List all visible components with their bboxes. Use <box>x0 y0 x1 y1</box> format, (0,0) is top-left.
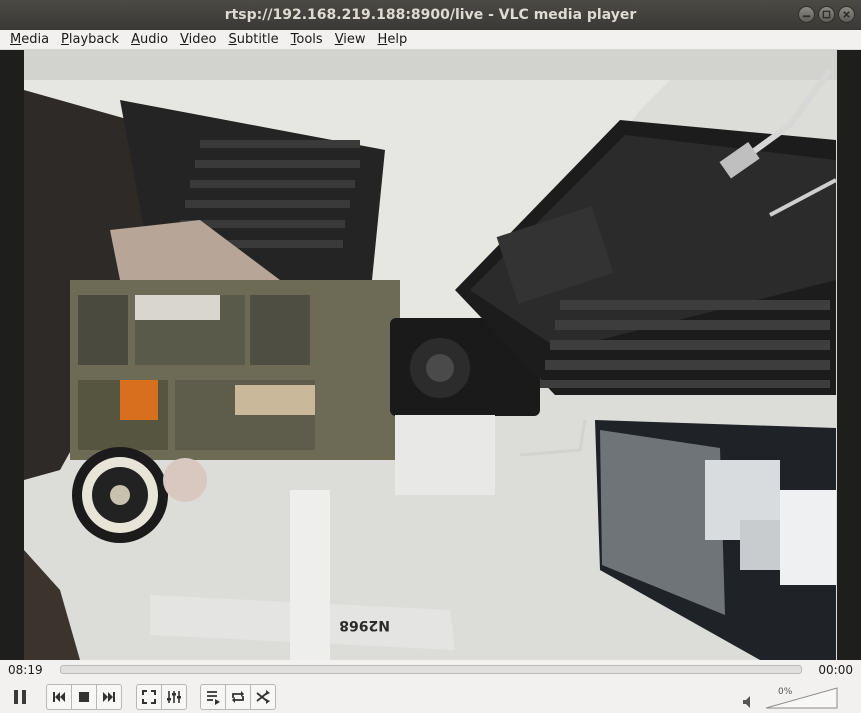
speaker-icon[interactable] <box>742 695 756 709</box>
elapsed-time: 08:19 <box>8 663 43 677</box>
menu-tools[interactable]: Tools <box>285 30 329 50</box>
fullscreen-icon <box>142 690 156 704</box>
menu-view[interactable]: View <box>329 30 372 50</box>
shuffle-button[interactable] <box>250 684 276 710</box>
pause-button[interactable] <box>6 684 34 710</box>
previous-icon <box>53 692 65 702</box>
menu-video[interactable]: Video <box>174 30 222 50</box>
menu-audio[interactable]: Audio <box>125 30 174 50</box>
playlist-group <box>200 684 276 710</box>
seek-slider[interactable] <box>60 665 802 674</box>
menu-bar: Media Playback Audio Video Subtitle Tool… <box>0 30 861 50</box>
title-bar: rtsp://192.168.219.188:8900/live - VLC m… <box>0 0 861 30</box>
maximize-icon[interactable] <box>818 6 835 23</box>
view-group <box>136 684 187 710</box>
menu-media[interactable]: Media <box>4 30 55 50</box>
total-time[interactable]: 00:00 <box>818 663 853 677</box>
shuffle-icon <box>256 690 270 704</box>
playlist-icon <box>207 691 220 705</box>
window-title: rtsp://192.168.219.188:8900/live - VLC m… <box>224 7 637 23</box>
plane-registration: N2968 <box>339 617 390 633</box>
volume-wedge <box>766 687 838 709</box>
video-display[interactable]: N2968 <box>0 50 861 660</box>
controls-bar: 0% <box>0 680 861 713</box>
menu-playback[interactable]: Playback <box>55 30 125 50</box>
stop-button[interactable] <box>71 684 97 710</box>
pause-icon <box>14 690 26 704</box>
seek-row: 08:19 00:00 <box>0 660 861 680</box>
next-icon <box>103 692 115 702</box>
navigation-group <box>46 684 122 710</box>
loop-button[interactable] <box>225 684 251 710</box>
previous-button[interactable] <box>46 684 72 710</box>
menu-subtitle[interactable]: Subtitle <box>222 30 284 50</box>
close-icon[interactable] <box>838 6 855 23</box>
playlist-button[interactable] <box>200 684 226 710</box>
volume-label: 0% <box>778 687 793 697</box>
minimize-icon[interactable] <box>798 6 815 23</box>
video-frame: N2968 <box>0 50 861 660</box>
menu-help[interactable]: Help <box>372 30 414 50</box>
next-button[interactable] <box>96 684 122 710</box>
extended-settings-button[interactable] <box>161 684 187 710</box>
window-controls <box>798 6 855 23</box>
stop-icon <box>79 692 89 702</box>
extended-settings-icon <box>167 691 181 703</box>
fullscreen-button[interactable] <box>136 684 162 710</box>
loop-icon <box>232 691 244 703</box>
